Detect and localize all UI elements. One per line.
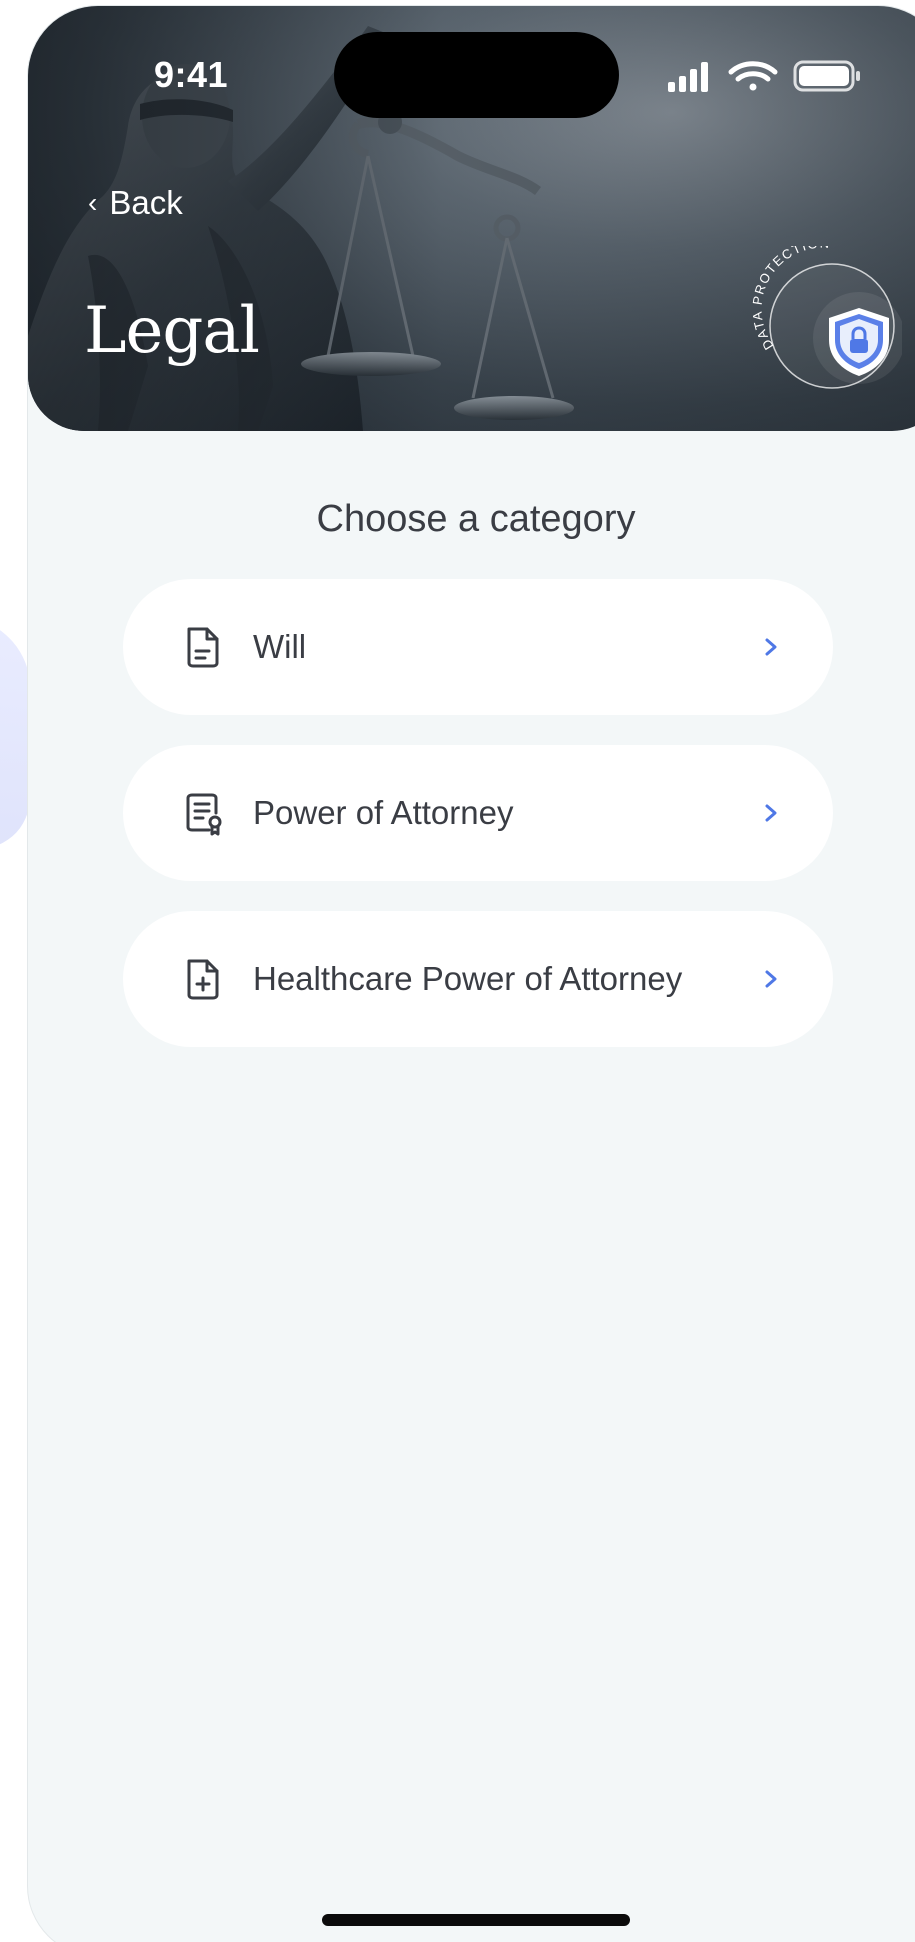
chevron-right-icon <box>765 638 777 656</box>
wifi-icon <box>728 61 778 91</box>
category-label: Will <box>253 628 307 665</box>
data-protection-badge[interactable]: DATA PROTECTION <box>752 246 902 396</box>
category-item-will[interactable]: Will <box>123 579 833 715</box>
chevron-right-icon <box>765 804 777 822</box>
status-icons <box>668 60 860 92</box>
back-button[interactable]: ‹ Back <box>88 184 183 222</box>
chevron-right-icon <box>765 970 777 988</box>
certificate-icon <box>186 793 222 836</box>
category-label: Power of Attorney <box>253 794 514 831</box>
chevron-left-icon: ‹ <box>88 187 98 218</box>
section-heading: Choose a category <box>316 498 636 540</box>
status-time: 9:41 <box>154 54 229 95</box>
document-icon <box>187 627 219 668</box>
medical-document-icon <box>187 959 219 1000</box>
home-indicator[interactable] <box>322 1914 630 1926</box>
decorative-blob <box>0 613 30 857</box>
phone-frame: 9:41 ‹ Back Legal DAT ROTECT Choose a ca… <box>28 6 915 1942</box>
signal-icon <box>668 62 708 92</box>
hero-banner: 9:41 ‹ Back Legal DAT ROTECT <box>28 6 915 431</box>
screen: 9:41 ‹ Back Legal DAT ROTECT Choose a ca… <box>0 0 915 1942</box>
category-label: Healthcare Power of Attorney <box>253 960 683 997</box>
battery-icon <box>793 60 860 92</box>
page-title: Legal <box>84 294 260 368</box>
dynamic-island <box>334 32 619 118</box>
category-item-power-of-attorney[interactable]: Power of Attorney <box>123 745 833 881</box>
category-item-healthcare-power-of-attorney[interactable]: Healthcare Power of Attorney <box>123 911 833 1047</box>
back-label: Back <box>109 184 183 221</box>
